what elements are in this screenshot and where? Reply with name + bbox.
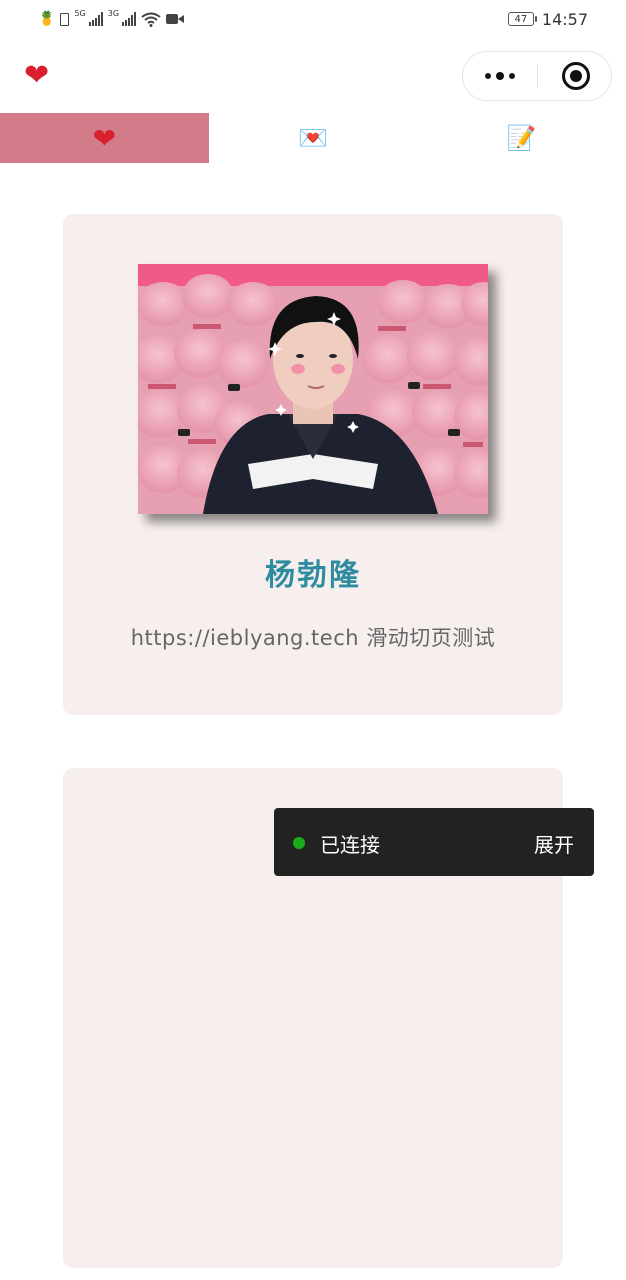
battery-icon: 47 [507, 12, 537, 26]
profile-photo [138, 264, 488, 514]
heart-icon: ❤ [24, 58, 50, 93]
tab-memo[interactable]: 📝 [417, 113, 626, 163]
nav-bar: ❤ [0, 40, 626, 112]
video-camera-icon [166, 14, 185, 24]
tab-letter[interactable]: 💌 [209, 113, 418, 163]
profile-card: 杨勃隆 https://ieblyang.tech 滑动切页测试 [63, 214, 563, 715]
connection-status: 已连接 [320, 833, 380, 857]
profile-subtitle: https://ieblyang.tech 滑动切页测试 [130, 626, 496, 650]
network-1-label: 5G [74, 9, 86, 18]
heart-icon: ❤ [92, 121, 117, 155]
connected-dot-icon [293, 837, 305, 849]
love-letter-icon: 💌 [298, 124, 328, 152]
profile-name: 杨勃隆 [265, 558, 361, 593]
expand-button[interactable]: 展开 [534, 829, 574, 858]
connection-toast: 已连接 展开 [274, 808, 594, 876]
sim-icon [60, 12, 70, 26]
network-2-label: 3G [107, 9, 120, 18]
status-bar: 🍍 5G 3G 47 14:57 [0, 0, 626, 40]
signal-icon [88, 12, 103, 26]
wifi-icon [141, 12, 161, 27]
status-icons-right: 47 14:57 [507, 9, 588, 29]
mini-program-capsule [462, 51, 612, 101]
capsule-divider [537, 64, 538, 88]
memo-icon: 📝 [506, 124, 537, 152]
tab-bar: ❤ 💌 📝 [0, 113, 626, 163]
more-dots-icon[interactable] [463, 52, 537, 100]
pineapple-icon: 🍍 [38, 11, 56, 27]
target-close-icon[interactable] [562, 62, 590, 90]
tab-heart[interactable]: ❤ [0, 113, 209, 163]
clock: 14:57 [541, 9, 588, 29]
status-icons-left: 🍍 5G 3G [38, 9, 185, 29]
signal-icon [122, 12, 137, 26]
